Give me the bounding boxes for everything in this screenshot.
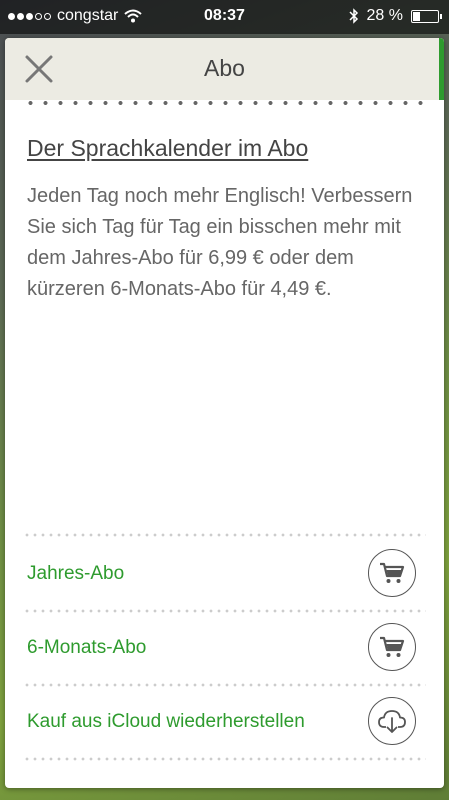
option-label: Jahres-Abo [27,563,125,584]
content-body: Jeden Tag noch mehr Englisch! Verbessern… [27,185,413,300]
status-right: 28 % [349,7,442,25]
shopping-cart-icon [380,562,405,583]
subscription-dialog: Abo Der Sprachkalender im Abo Jeden Tag … [5,38,444,788]
dialog-title: Abo [204,55,245,81]
option-jahres-abo[interactable]: Jahres-Abo [5,539,444,611]
battery-fill [413,11,421,21]
restore-icloud-button[interactable] [368,697,416,745]
option-6-monats-abo[interactable]: 6-Monats-Abo [5,613,444,685]
bluetooth-icon [349,8,358,24]
option-label: Kauf aus iCloud wiederherstellen [27,711,305,732]
battery-icon [411,9,442,23]
header-divider [23,100,426,106]
divider [23,757,426,761]
option-label: 6-Monats-Abo [27,637,147,658]
status-bar: congstar 08:37 28 % [0,0,449,34]
cloud-download-icon [378,710,406,733]
dialog-header: Abo [5,38,444,100]
content-title: Der Sprachkalender im Abo [27,135,309,161]
battery-percent: 28 % [366,7,403,24]
buy-jahres-abo-button[interactable] [368,549,416,597]
option-icloud-restore[interactable]: Kauf aus iCloud wiederherstellen [5,687,444,759]
divider [23,533,426,537]
shopping-cart-icon [380,636,405,657]
buy-6-monats-abo-button[interactable] [368,623,416,671]
